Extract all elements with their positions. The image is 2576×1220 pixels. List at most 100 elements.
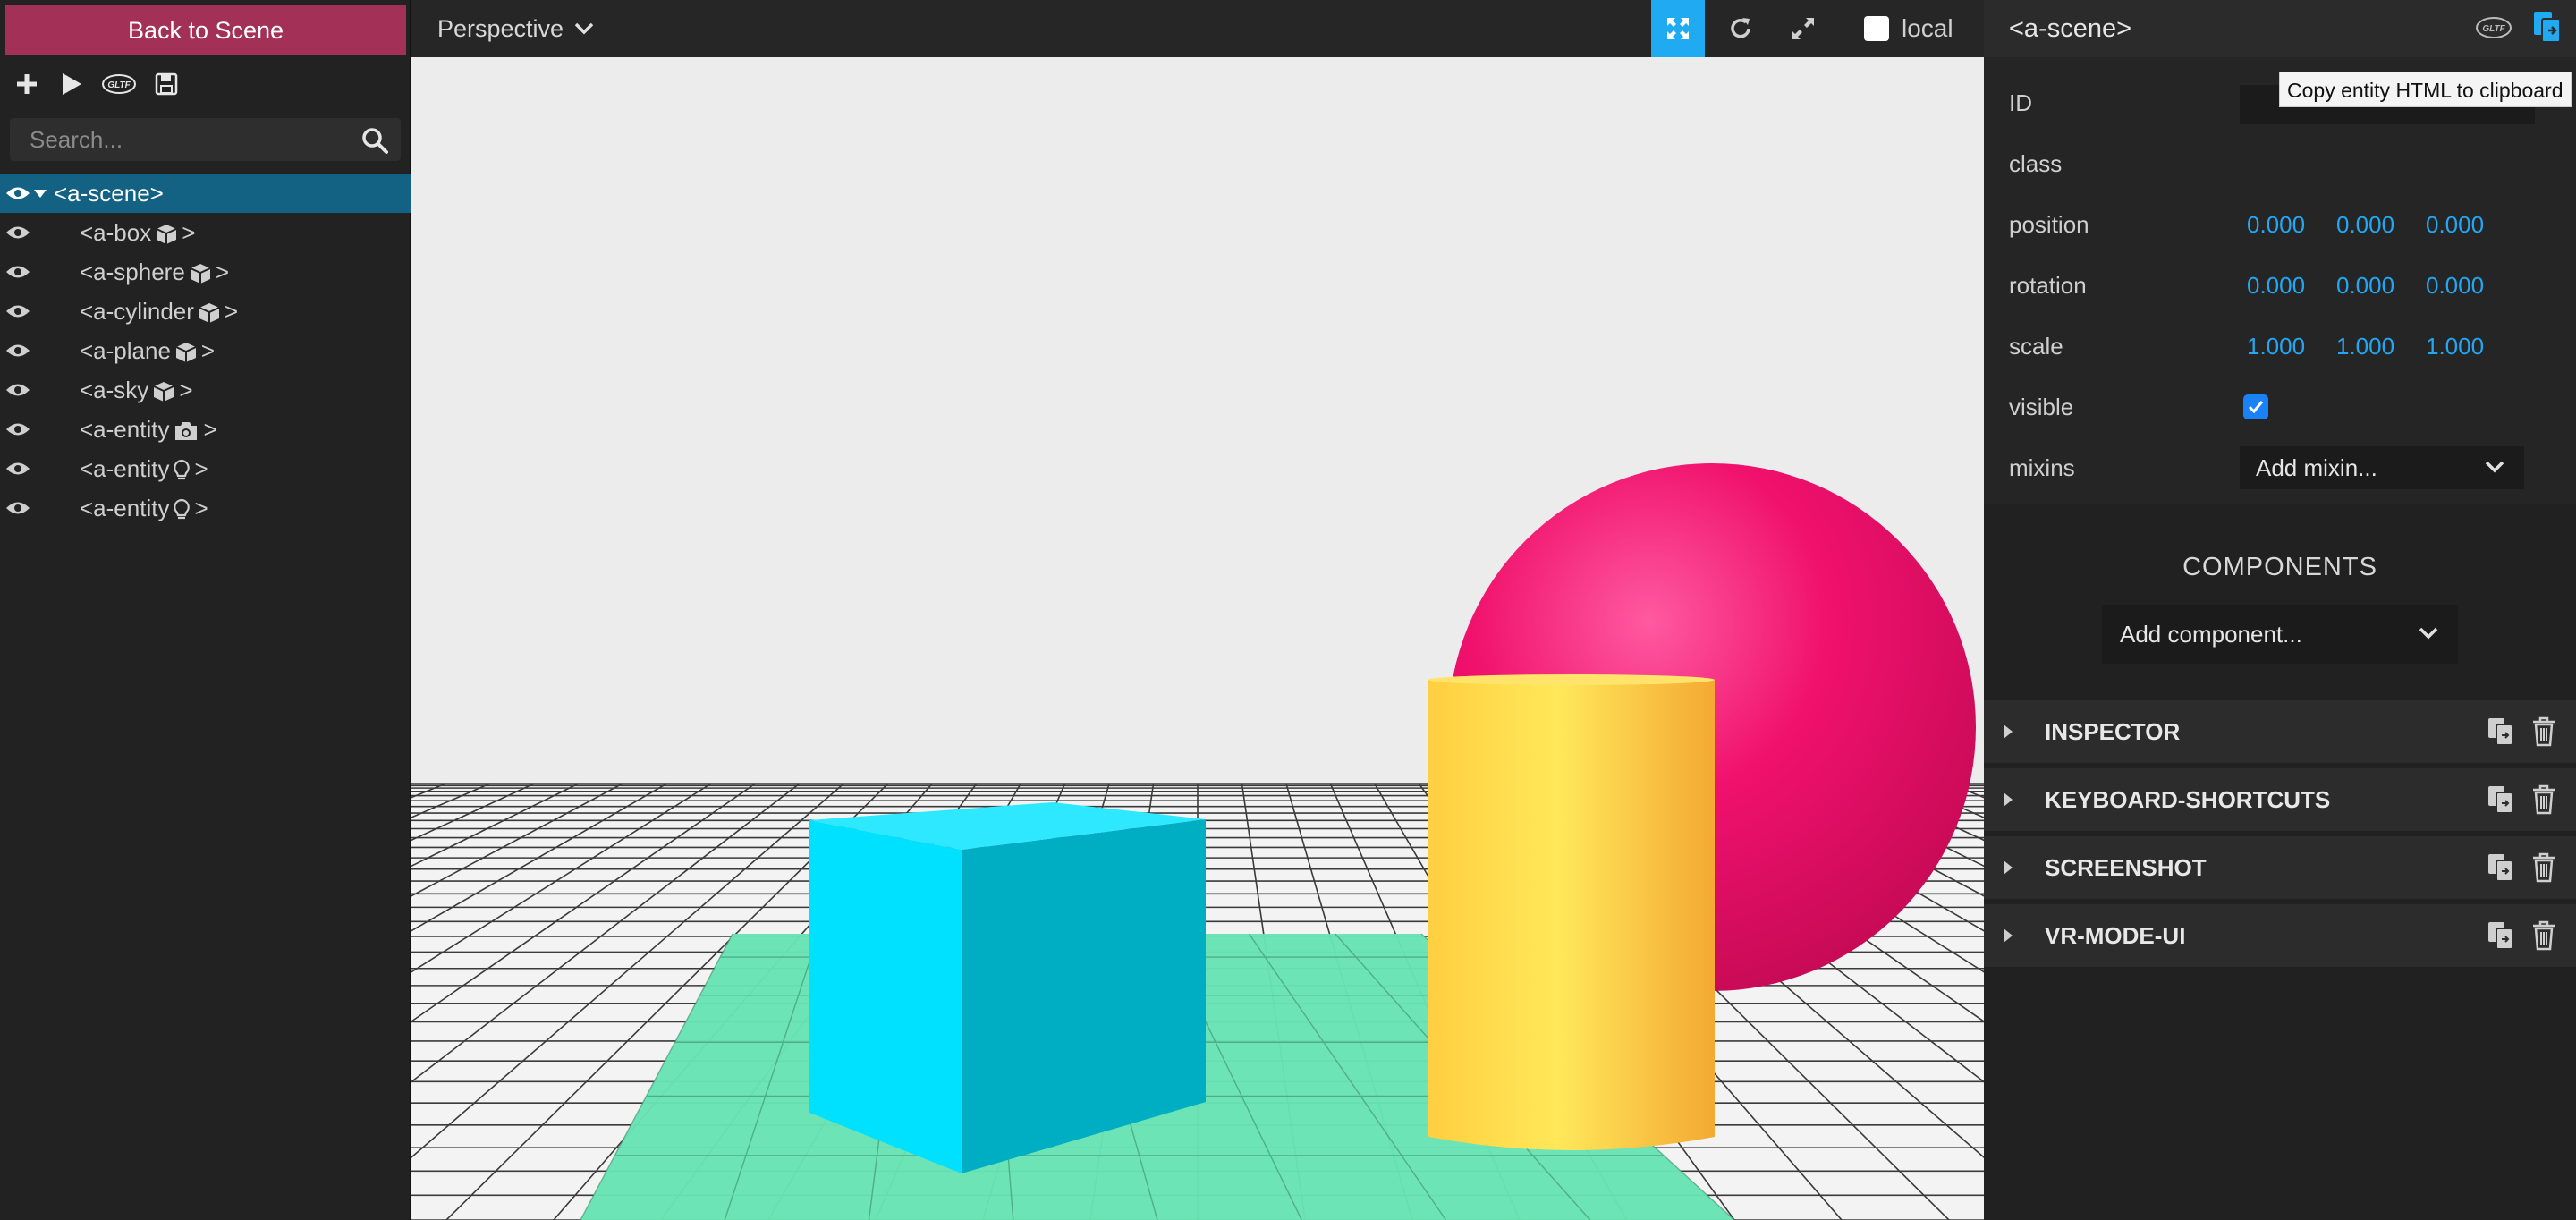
eye-icon[interactable] <box>5 225 30 241</box>
add-component-label: Add component... <box>2120 620 2302 648</box>
visible-label: visible <box>2009 394 2074 420</box>
move-arrows-icon <box>1667 18 1689 39</box>
gltf-export-icon[interactable]: GLTF <box>2474 14 2513 41</box>
expand-caret-icon[interactable] <box>2004 860 2012 875</box>
tree-item-a-entity-light-2[interactable]: <a-entity > <box>0 488 411 528</box>
local-space-toggle[interactable]: local <box>1864 0 1953 57</box>
inspector-panel: <a-scene> GLTF ID class position 0.000 0… <box>1984 0 2576 1220</box>
tree-item-a-entity-light-1[interactable]: <a-entity > <box>0 449 411 488</box>
lightbulb-icon <box>174 498 191 519</box>
prop-rotation: rotation 0.000 0.000 0.000 <box>1984 255 2576 316</box>
add-component-select[interactable]: Add component... <box>2102 605 2458 664</box>
tree-item-a-box[interactable]: <a-box > <box>0 213 411 252</box>
component-keyboard-shortcuts[interactable]: KEYBOARD-SHORTCUTS <box>1984 768 2576 831</box>
position-z[interactable]: 0.000 <box>2426 194 2484 255</box>
search-input[interactable] <box>30 118 352 161</box>
tree-item-suffix: > <box>215 258 229 285</box>
expand-caret-icon[interactable] <box>2004 724 2012 739</box>
copy-html-icon[interactable] <box>2531 9 2563 45</box>
copy-icon[interactable] <box>2487 716 2515 747</box>
prop-position: position 0.000 0.000 0.000 <box>1984 194 2576 255</box>
rotate-tool-button[interactable] <box>1714 0 1767 57</box>
gltf-badge-text: GLTF <box>107 80 131 90</box>
3d-viewport[interactable] <box>411 57 1984 1220</box>
prop-visible: visible <box>1984 377 2576 437</box>
tree-item-label: <a-entity > <box>80 455 208 483</box>
trash-icon[interactable] <box>2531 784 2556 815</box>
id-label: ID <box>2009 89 2032 116</box>
tree-item-a-entity-camera[interactable]: <a-entity > <box>0 410 411 449</box>
tree-item-a-plane[interactable]: <a-plane > <box>0 331 411 370</box>
eye-icon[interactable] <box>5 500 30 516</box>
tree-item-a-cylinder[interactable]: <a-cylinder > <box>0 292 411 331</box>
scale-label: scale <box>2009 333 2063 360</box>
play-icon[interactable] <box>55 68 88 100</box>
trash-icon[interactable] <box>2531 920 2556 951</box>
copy-icon[interactable] <box>2487 784 2515 815</box>
eye-icon[interactable] <box>5 303 30 319</box>
copy-icon[interactable] <box>2487 852 2515 883</box>
back-to-scene-button[interactable]: Back to Scene <box>5 5 406 55</box>
search-box <box>10 118 401 161</box>
eye-icon[interactable] <box>5 185 30 201</box>
scenegraph-toolbar: GLTF <box>11 66 182 102</box>
expand-caret-icon[interactable] <box>2004 792 2012 807</box>
plus-icon[interactable] <box>11 68 43 100</box>
gltf-badge-text: GLTF <box>2482 24 2505 34</box>
eye-icon[interactable] <box>5 264 30 280</box>
trash-icon[interactable] <box>2531 852 2556 883</box>
component-screenshot[interactable]: SCREENSHOT <box>1984 836 2576 899</box>
tree-item-label: <a-entity > <box>80 495 208 522</box>
scale-tool-button[interactable] <box>1776 0 1830 57</box>
eye-icon[interactable] <box>5 421 30 437</box>
expand-caret-icon[interactable] <box>2004 928 2012 943</box>
search-icon[interactable] <box>361 127 388 154</box>
cube-icon <box>153 381 174 402</box>
viewport-toolbar: Perspective local <box>411 0 1984 57</box>
component-name: KEYBOARD-SHORTCUTS <box>2045 786 2331 813</box>
tree-item-label: <a-sphere > <box>80 258 229 286</box>
copy-icon[interactable] <box>2487 920 2515 951</box>
rotation-z[interactable]: 0.000 <box>2426 255 2484 316</box>
trash-icon[interactable] <box>2531 716 2556 747</box>
tree-item-a-sky[interactable]: <a-sky > <box>0 370 411 410</box>
tree-item-text: <a-sphere <box>80 258 185 285</box>
expand-caret-icon[interactable] <box>34 190 47 198</box>
cylinder-top <box>1428 674 1715 685</box>
mixins-select[interactable]: Add mixin... <box>2240 446 2524 489</box>
component-vr-mode-ui[interactable]: VR-MODE-UI <box>1984 904 2576 967</box>
eye-icon[interactable] <box>5 382 30 398</box>
translate-tool-button[interactable] <box>1651 0 1705 57</box>
cylinder-body <box>1428 680 1715 1150</box>
chevron-down-icon <box>2485 461 2504 473</box>
chevron-down-icon <box>2419 627 2438 640</box>
component-name: INSPECTOR <box>2045 718 2181 745</box>
scale-y[interactable]: 1.000 <box>2336 316 2394 377</box>
tree-item-text: <a-sky <box>80 376 149 403</box>
tree-item-a-scene[interactable]: <a-scene> <box>0 174 411 213</box>
tree-item-a-sphere[interactable]: <a-sphere > <box>0 252 411 292</box>
scale-x[interactable]: 1.000 <box>2247 316 2305 377</box>
gltf-icon[interactable]: GLTF <box>100 68 138 100</box>
rotate-icon <box>1731 18 1750 38</box>
local-label: local <box>1902 14 1953 42</box>
tree-item-text: <a-box <box>80 218 152 246</box>
visible-checkbox[interactable] <box>2243 394 2268 419</box>
rotation-x[interactable]: 0.000 <box>2247 255 2305 316</box>
local-checkbox[interactable] <box>1864 16 1889 41</box>
position-x[interactable]: 0.000 <box>2247 194 2305 255</box>
rotation-y[interactable]: 0.000 <box>2336 255 2394 316</box>
cube-icon <box>190 263 211 284</box>
tree-item-suffix: > <box>203 415 217 443</box>
tree-item-suffix: > <box>194 494 208 521</box>
scale-z[interactable]: 1.000 <box>2426 316 2484 377</box>
tree-item-label: <a-sky > <box>80 377 193 404</box>
position-y[interactable]: 0.000 <box>2336 194 2394 255</box>
component-inspector[interactable]: INSPECTOR <box>1984 700 2576 763</box>
chevron-down-icon <box>574 22 594 35</box>
camera-mode-select[interactable]: Perspective <box>437 0 594 57</box>
save-icon[interactable] <box>150 68 182 100</box>
cube-icon <box>199 302 220 323</box>
eye-icon[interactable] <box>5 343 30 359</box>
eye-icon[interactable] <box>5 461 30 477</box>
